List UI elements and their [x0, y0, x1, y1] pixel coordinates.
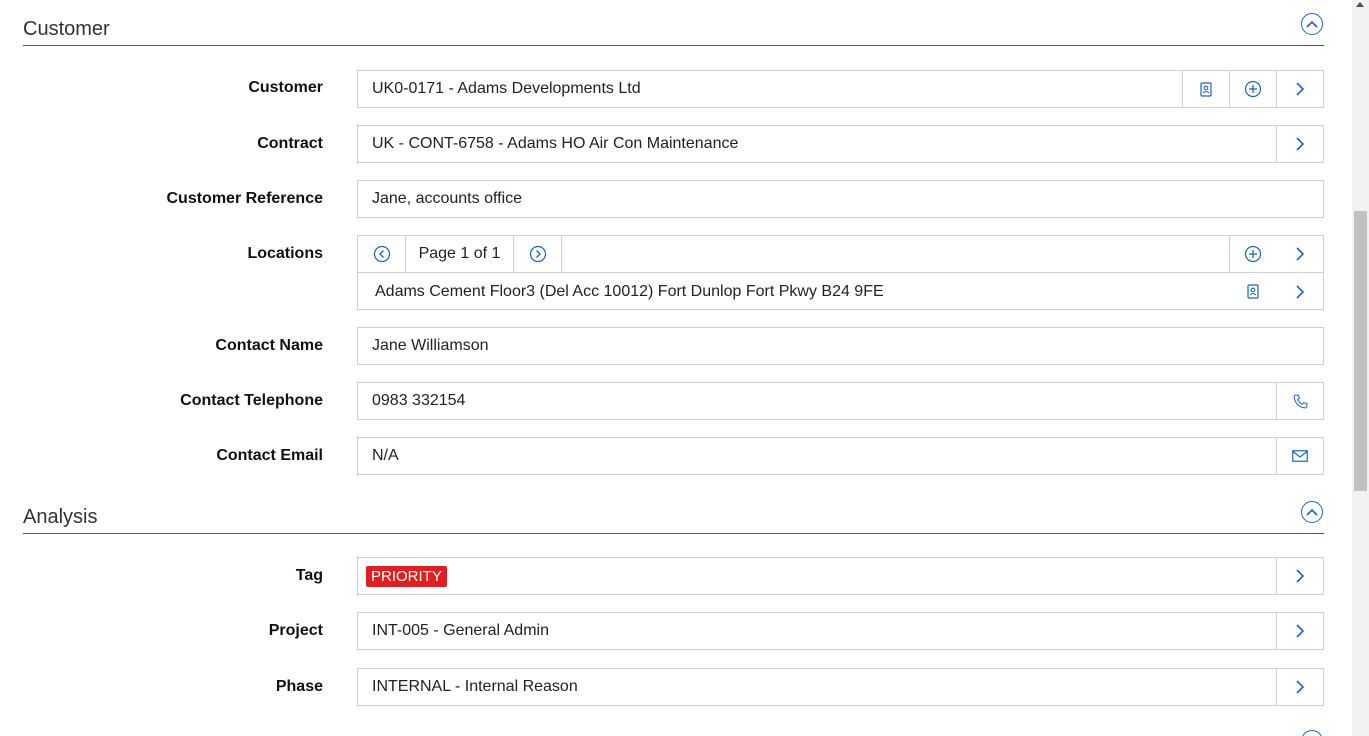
customer-label: Customer	[248, 79, 323, 96]
scroll-up-arrow-icon[interactable]	[1356, 2, 1364, 7]
project-navigate-chevron-right-icon[interactable]	[1276, 613, 1323, 649]
contact-telephone-field: 0983 332154	[357, 382, 1324, 420]
customer-section-title: Customer	[23, 18, 110, 40]
tag-badge-priority[interactable]: PRIORITY	[366, 565, 447, 587]
locations-pager: Page 1 of 1	[358, 236, 1323, 273]
locations-panel: Page 1 of 1 Adams Cement Floor3 (Del Acc…	[357, 235, 1324, 310]
contact-name-value[interactable]: Jane Williamson	[358, 337, 1323, 355]
call-phone-icon[interactable]	[1276, 383, 1323, 419]
customer-navigate-chevron-right-icon[interactable]	[1276, 71, 1323, 107]
locations-prev-chevron-left-circle-icon[interactable]	[358, 236, 406, 272]
locations-next-chevron-right-circle-icon[interactable]	[514, 236, 562, 272]
project-label: Project	[268, 622, 323, 639]
location-item-text[interactable]: Adams Cement Floor3 (Del Acc 10012) Fort…	[358, 283, 1229, 301]
contact-telephone-label: Contact Telephone	[180, 392, 323, 409]
customer-value[interactable]: UK0-0171 - Adams Developments Ltd	[358, 80, 1182, 98]
contract-value[interactable]: UK - CONT-6758 - Adams HO Air Con Mainte…	[358, 135, 1276, 153]
location-navigate-chevron-right-icon[interactable]	[1276, 284, 1323, 299]
phase-field: INTERNAL - Internal Reason	[357, 668, 1324, 706]
send-email-envelope-icon[interactable]	[1276, 438, 1323, 474]
contact-email-field: N/A	[357, 437, 1324, 475]
phase-label: Phase	[275, 678, 323, 695]
project-field: INT-005 - General Admin	[357, 612, 1324, 650]
contact-email-label: Contact Email	[216, 447, 323, 464]
customer-reference-field[interactable]: Jane, accounts office	[357, 180, 1324, 218]
contact-name-field[interactable]: Jane Williamson	[357, 327, 1324, 365]
analysis-section-header: Analysis	[23, 501, 1324, 534]
customer-field: UK0-0171 - Adams Developments Ltd	[357, 70, 1324, 108]
analysis-section-title: Analysis	[23, 506, 98, 528]
contract-field: UK - CONT-6758 - Adams HO Air Con Mainte…	[357, 125, 1324, 163]
locations-page-indicator: Page 1 of 1	[406, 236, 514, 272]
customer-reference-value[interactable]: Jane, accounts office	[358, 190, 1323, 208]
contact-name-label: Contact Name	[215, 337, 323, 354]
next-section-collapse-icon[interactable]	[1301, 730, 1323, 736]
customer-collapse-chevron-up-icon[interactable]	[1301, 13, 1323, 35]
locations-pager-spacer	[562, 236, 1229, 272]
vertical-scrollbar[interactable]	[1352, 0, 1369, 736]
customer-add-plus-circle-icon[interactable]	[1229, 71, 1276, 107]
phase-value[interactable]: INTERNAL - Internal Reason	[358, 678, 1276, 696]
location-list-item: Adams Cement Floor3 (Del Acc 10012) Fort…	[358, 273, 1323, 310]
tag-label: Tag	[295, 567, 323, 584]
contact-email-value[interactable]: N/A	[358, 447, 1276, 465]
tag-list: PRIORITY	[358, 565, 1276, 587]
customer-contact-card-icon[interactable]	[1182, 71, 1229, 107]
tag-field: PRIORITY	[357, 557, 1324, 595]
locations-add-plus-circle-icon[interactable]	[1229, 236, 1276, 272]
project-value[interactable]: INT-005 - General Admin	[358, 622, 1276, 640]
contact-telephone-value[interactable]: 0983 332154	[358, 392, 1276, 410]
tag-navigate-chevron-right-icon[interactable]	[1276, 558, 1323, 594]
analysis-collapse-chevron-up-icon[interactable]	[1301, 501, 1323, 523]
customer-section-header: Customer	[23, 13, 1324, 46]
location-contact-card-icon[interactable]	[1229, 284, 1276, 299]
customer-reference-label: Customer Reference	[166, 190, 324, 207]
locations-navigate-chevron-right-icon[interactable]	[1276, 236, 1323, 272]
contract-navigate-chevron-right-icon[interactable]	[1276, 126, 1323, 162]
locations-label: Locations	[247, 245, 323, 262]
scrollbar-thumb[interactable]	[1354, 211, 1367, 491]
phase-navigate-chevron-right-icon[interactable]	[1276, 669, 1323, 705]
contract-label: Contract	[257, 135, 323, 152]
